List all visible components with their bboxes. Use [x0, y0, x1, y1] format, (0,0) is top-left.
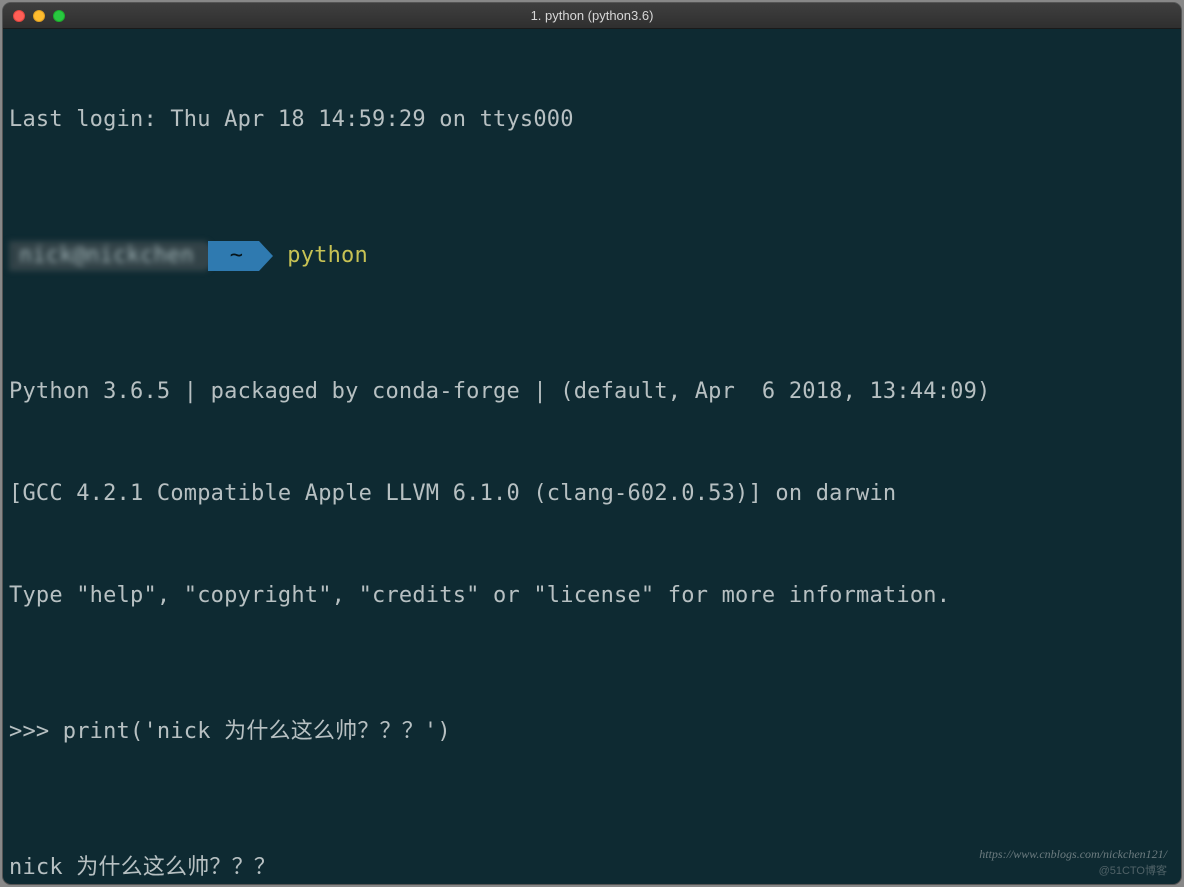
- watermark-site: @51CTO博客: [1099, 862, 1167, 878]
- repl-input: print('nick 为什么这么帅？？？'): [63, 719, 451, 744]
- minimize-icon[interactable]: [33, 10, 45, 22]
- prompt-user-segment: nick@nickchen: [9, 241, 206, 271]
- python-banner-line-1: Python 3.6.5 | packaged by conda-forge |…: [9, 375, 1181, 409]
- terminal-window: 1. python (python3.6) Last login: Thu Ap…: [3, 3, 1181, 884]
- terminal-body[interactable]: Last login: Thu Apr 18 14:59:29 on ttys0…: [3, 29, 1181, 884]
- shell-command: python: [287, 239, 368, 273]
- watermark-url: https://www.cnblogs.com/nickchen121/: [979, 847, 1167, 862]
- window-controls: [13, 10, 65, 22]
- repl-prompt: >>>: [9, 719, 63, 744]
- close-icon[interactable]: [13, 10, 25, 22]
- last-login-line: Last login: Thu Apr 18 14:59:29 on ttys0…: [9, 103, 1181, 137]
- zoom-icon[interactable]: [53, 10, 65, 22]
- prompt-dir-segment: ~: [208, 241, 259, 271]
- shell-prompt: nick@nickchen ~ python: [9, 239, 1181, 273]
- window-title: 1. python (python3.6): [11, 8, 1173, 23]
- python-banner-line-3: Type "help", "copyright", "credits" or "…: [9, 579, 1181, 613]
- python-banner-line-2: [GCC 4.2.1 Compatible Apple LLVM 6.1.0 (…: [9, 477, 1181, 511]
- repl-input-line: >>> print('nick 为什么这么帅？？？'): [9, 715, 1181, 749]
- titlebar: 1. python (python3.6): [3, 3, 1181, 29]
